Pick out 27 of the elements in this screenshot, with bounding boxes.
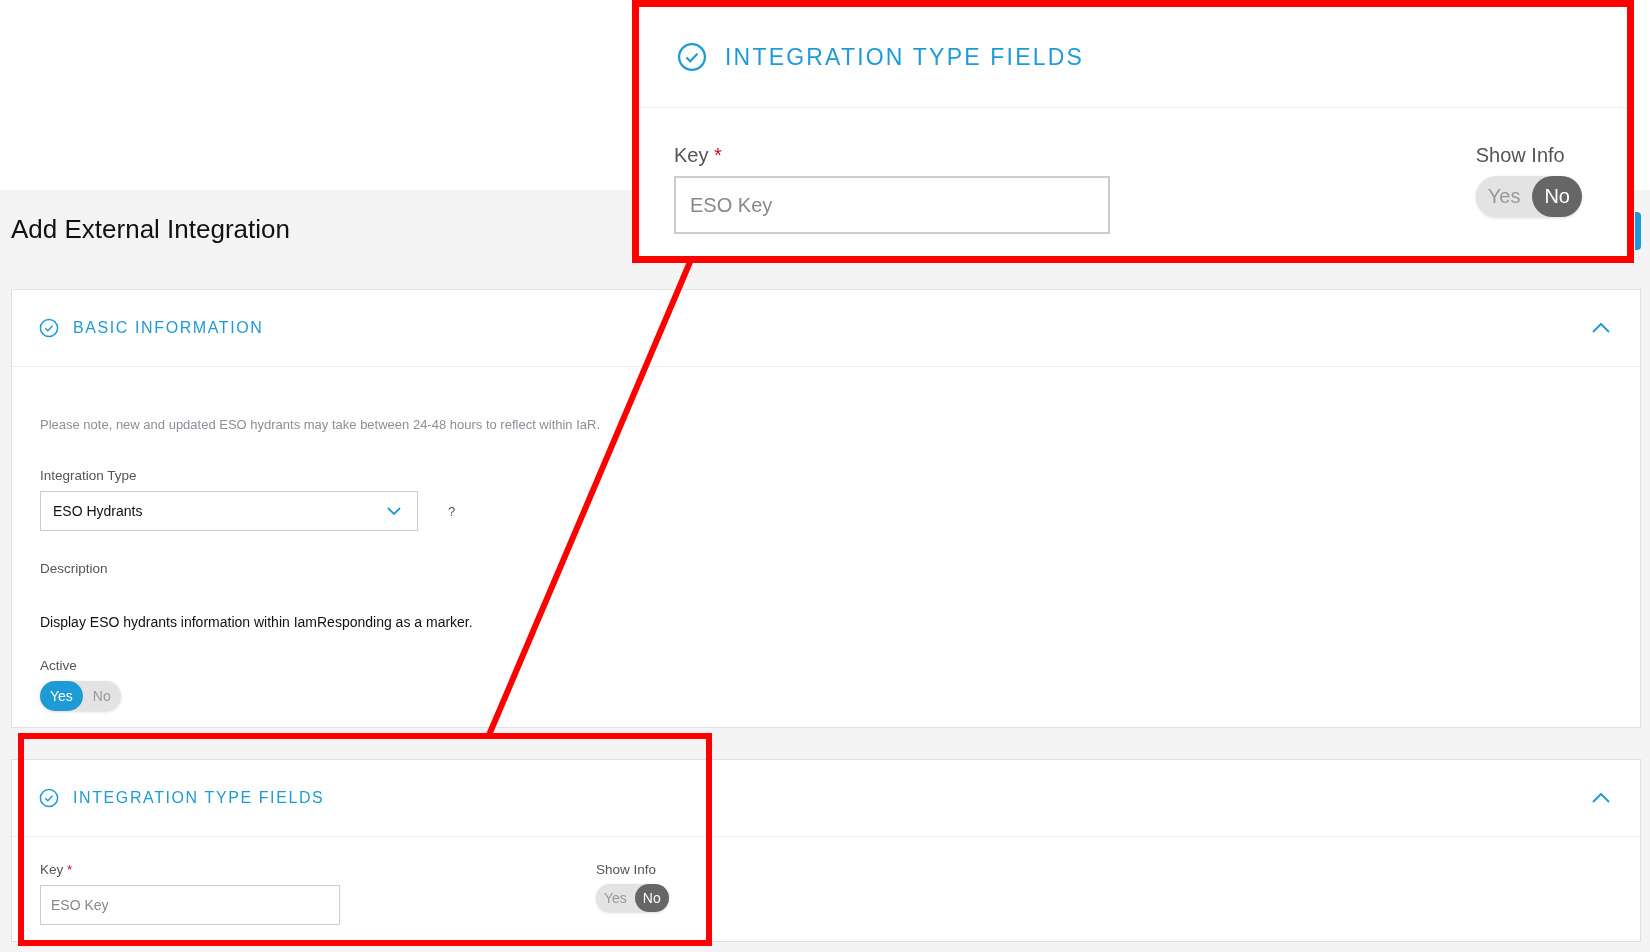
- description-text: Display ESO hydrants information within IamResponding as a marker.: [40, 614, 474, 630]
- action-button[interactable]: [1635, 211, 1641, 250]
- toggle-option[interactable]: No: [634, 884, 669, 912]
- section-title: INTEGRATION TYPE FIELDS: [73, 789, 326, 807]
- key-input-field[interactable]: ESO Key: [40, 885, 340, 925]
- field-label: Description: [40, 561, 109, 576]
- page-title: Add External Integration: [11, 214, 290, 245]
- check-circle-icon: [677, 42, 707, 72]
- collapse-chevron-icon[interactable]: [1592, 323, 1610, 333]
- field-label: Show Info: [596, 862, 658, 877]
- toggle-option[interactable]: No: [1532, 176, 1582, 217]
- check-circle-icon: [39, 318, 59, 338]
- toggle-option[interactable]: Yes: [40, 681, 83, 711]
- caret-icon: [387, 507, 401, 515]
- field-label: Integration Type: [40, 468, 138, 483]
- field-label: Show Info: [1475, 144, 1566, 167]
- check-circle-icon: [39, 788, 59, 808]
- section-title: INTEGRATION TYPE FIELDS: [725, 43, 1085, 71]
- field-label: Key *: [674, 144, 723, 167]
- field-label: Active: [40, 658, 78, 673]
- field-label: Key *: [40, 862, 74, 877]
- key-input-field[interactable]: ESO Key: [674, 176, 1110, 234]
- help-mark[interactable]: ?: [448, 503, 456, 519]
- integration-type-dropdown[interactable]: ESO Hydrants: [40, 491, 418, 531]
- section-title: BASIC INFORMATION: [73, 319, 265, 337]
- collapse-chevron-icon[interactable]: [1592, 793, 1610, 803]
- info-note: Please note, new and updated ESO hydrants may take between 24-48 hours to reflect within IaR.: [40, 417, 602, 432]
